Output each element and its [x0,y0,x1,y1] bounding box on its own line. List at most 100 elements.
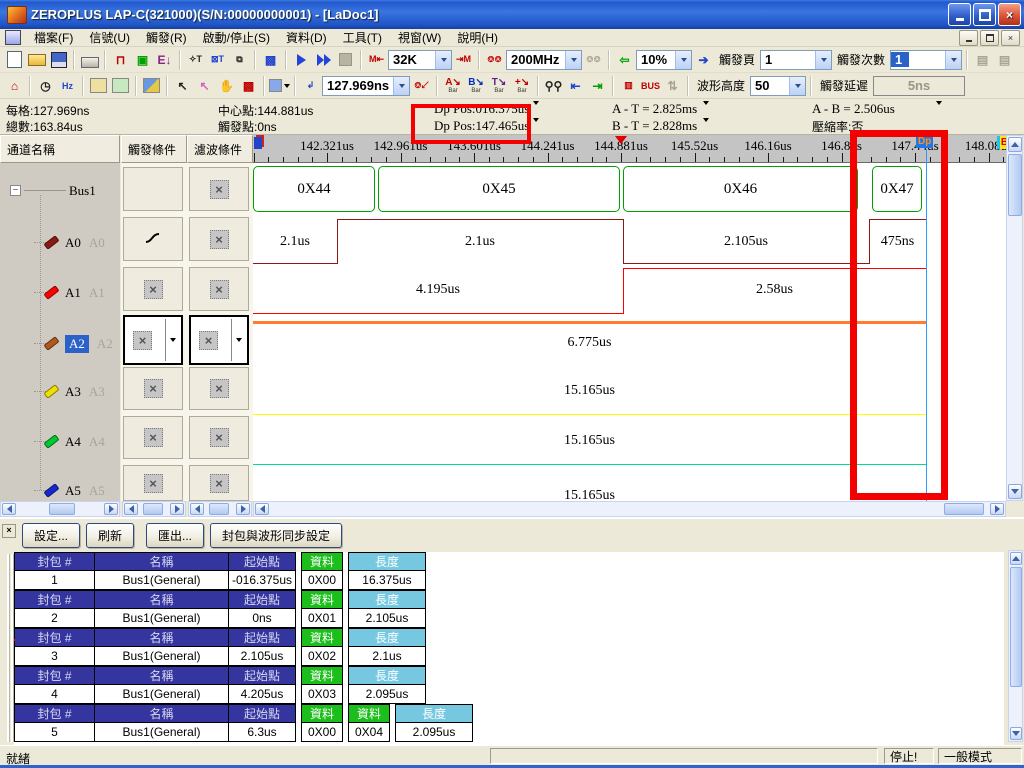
panel-grip[interactable] [7,554,14,742]
chevron-down-icon[interactable] [165,319,179,361]
scroll-left-button[interactable] [255,503,269,515]
trigger-page-combo[interactable]: 1 [760,50,832,70]
new-file-icon[interactable] [4,49,25,70]
zoom-fit-icon[interactable]: ⇦ [614,49,635,70]
bar-chart-icon[interactable]: ▩ [238,75,259,96]
trigger-condition-cell-0[interactable] [123,167,183,211]
noise-filter-icon[interactable]: ▥ [618,75,639,96]
zoom-wave-icon[interactable]: ↲ [300,75,321,96]
panel-button-1[interactable]: 刷新 [86,523,134,548]
menu-item-2[interactable]: 觸發(R) [138,28,195,47]
scroll-left-button[interactable] [190,503,204,515]
waveform-vertical-scrollbar[interactable] [1006,135,1023,501]
scroll-left-button[interactable] [124,503,138,515]
sidebar-item-bus1[interactable]: −Bus1 [10,182,96,199]
chevron-down-icon[interactable] [675,51,691,69]
scroll-right-button[interactable] [236,503,250,515]
b-bar-icon[interactable]: B↘Bar [465,75,487,97]
scrollbar-thumb[interactable] [209,503,229,515]
module-icon[interactable]: ▩ [260,49,281,70]
chevron-down-icon[interactable] [435,51,451,69]
menu-item-0[interactable]: 檔案(F) [26,28,81,47]
sidebar-item-a4[interactable]: A4A4 [44,433,105,450]
stop-icon[interactable] [335,49,356,70]
trigger-condition-cell-2[interactable]: × [123,267,183,311]
scroll-left-button[interactable] [2,503,16,515]
run-repeat-icon[interactable] [313,49,334,70]
navigator-icon[interactable] [141,75,162,96]
filter-condition-cell-2[interactable]: × [189,267,249,311]
menu-item-3[interactable]: 啟動/停止(S) [195,28,278,47]
sidebar-item-a0[interactable]: A0A0 [44,234,105,251]
filter-condition-cell-1[interactable]: × [189,217,249,261]
goto-trigger-icon[interactable]: ➔ [693,49,714,70]
close-button[interactable]: × [998,3,1021,26]
chevron-down-icon[interactable] [565,51,581,69]
waveform-hscrollbar[interactable] [253,501,1006,517]
trigger-count-combo[interactable]: 1 [890,50,962,70]
chevron-down-icon[interactable] [393,77,409,95]
scroll-up-button[interactable] [1008,137,1022,152]
trigger-time-icon[interactable]: ⊠T [207,49,228,70]
listing-window-icon[interactable] [110,75,131,96]
packet-row-3[interactable]: 封包 #名稱起始點3Bus1(General)2.105us資料0X02長度2.… [14,628,1004,666]
channel-name-panel[interactable]: 通道名稱 −Bus1A0A0A1A1A2A2A3A3A4A4A5A5 [0,135,120,501]
trigger-condition-cell-4[interactable]: × [123,367,183,410]
next-transition-icon[interactable]: ⇥ [587,75,608,96]
packet-row-4[interactable]: 封包 #名稱起始點4Bus1(General)4.205us資料0X03長度2.… [14,666,1004,704]
minimize-button[interactable] [948,3,971,26]
scrollbar-thumb[interactable] [143,503,163,515]
packet-list[interactable]: 封包 #名稱起始點1Bus1(General)-016.375us資料0X00長… [14,552,1004,745]
filter-condition-cell-5[interactable]: × [189,416,249,459]
square-wave-icon[interactable]: ⎊⎊ [484,49,505,70]
time-ruler[interactable]: 142.321us142.961us143.601us144.241us144.… [253,135,1006,163]
chevron-down-icon[interactable] [703,122,709,136]
trigger-condition-cell-6[interactable]: × [123,465,183,501]
scroll-down-button[interactable] [1008,484,1022,499]
print-icon[interactable] [79,49,100,70]
save-icon[interactable] [48,49,69,70]
packet-row-2[interactable]: 封包 #名稱起始點2Bus1(General)0ns資料0X01長度2.105u… [14,590,1004,628]
trigger-mark-icon[interactable]: ✧T [185,49,206,70]
menu-item-5[interactable]: 工具(T) [335,28,390,47]
signal-filter-icon[interactable]: E↓ [154,49,175,70]
filter-condition-cell-3[interactable]: × [189,315,249,365]
memory-page-next-icon[interactable]: ⇥M [453,49,474,70]
packet-row-1[interactable]: 封包 #名稱起始點1Bus1(General)-016.375us資料0X00長… [14,552,1004,590]
channel-panel-hscrollbar[interactable] [0,501,120,517]
time-per-div-combo[interactable]: 127.969ns [322,76,410,96]
chevron-down-icon[interactable] [815,51,831,69]
packet-row-5[interactable]: 封包 #名稱起始點5Bus1(General)6.3us資料0X00資料0X04… [14,704,1004,742]
hand-tool-icon[interactable]: ✋ [216,75,237,96]
filter-condition-column[interactable]: 濾波條件 ××××××× [187,135,253,501]
sample-depth-combo[interactable]: 32K [388,50,452,70]
select-cursor-icon[interactable]: ↖ [194,75,215,96]
trigger-condition-column[interactable]: 觸發條件 ××××× [121,135,187,501]
find-icon[interactable]: ⚲⚲ [543,75,564,96]
sampling-setup-icon[interactable]: ▣ [132,49,153,70]
scrollbar-thumb[interactable] [1008,154,1022,216]
chevron-down-icon[interactable] [936,105,942,119]
bus-segment[interactable]: 0X45 [378,166,620,212]
scroll-right-button[interactable] [104,503,118,515]
restore-button[interactable] [973,3,996,26]
frequency-icon[interactable]: Hz [57,75,78,96]
scroll-up-button[interactable] [1010,552,1022,565]
panel-close-button[interactable]: × [2,524,16,538]
filter-condition-cell-6[interactable]: × [189,465,249,501]
chevron-down-icon[interactable] [703,105,709,119]
scroll-right-button[interactable] [990,503,1004,515]
sidebar-item-a1[interactable]: A1A1 [44,284,105,301]
run-icon[interactable] [291,49,312,70]
packet-list-vscrollbar[interactable] [1008,550,1023,742]
sidebar-item-a2[interactable]: A2A2 [44,335,113,352]
sidebar-item-a5[interactable]: A5A5 [44,482,105,499]
clock-icon[interactable]: ◷ [35,75,56,96]
wave-height-combo[interactable]: 50 [750,76,806,96]
trigger-condition-cell-3[interactable]: × [123,315,183,365]
scrollbar-thumb[interactable] [944,503,984,515]
open-file-icon[interactable] [26,49,47,70]
bus-segment[interactable]: 0X47 [872,166,922,212]
prev-transition-icon[interactable]: ⇤ [565,75,586,96]
zoom-combo[interactable]: 10% [636,50,692,70]
